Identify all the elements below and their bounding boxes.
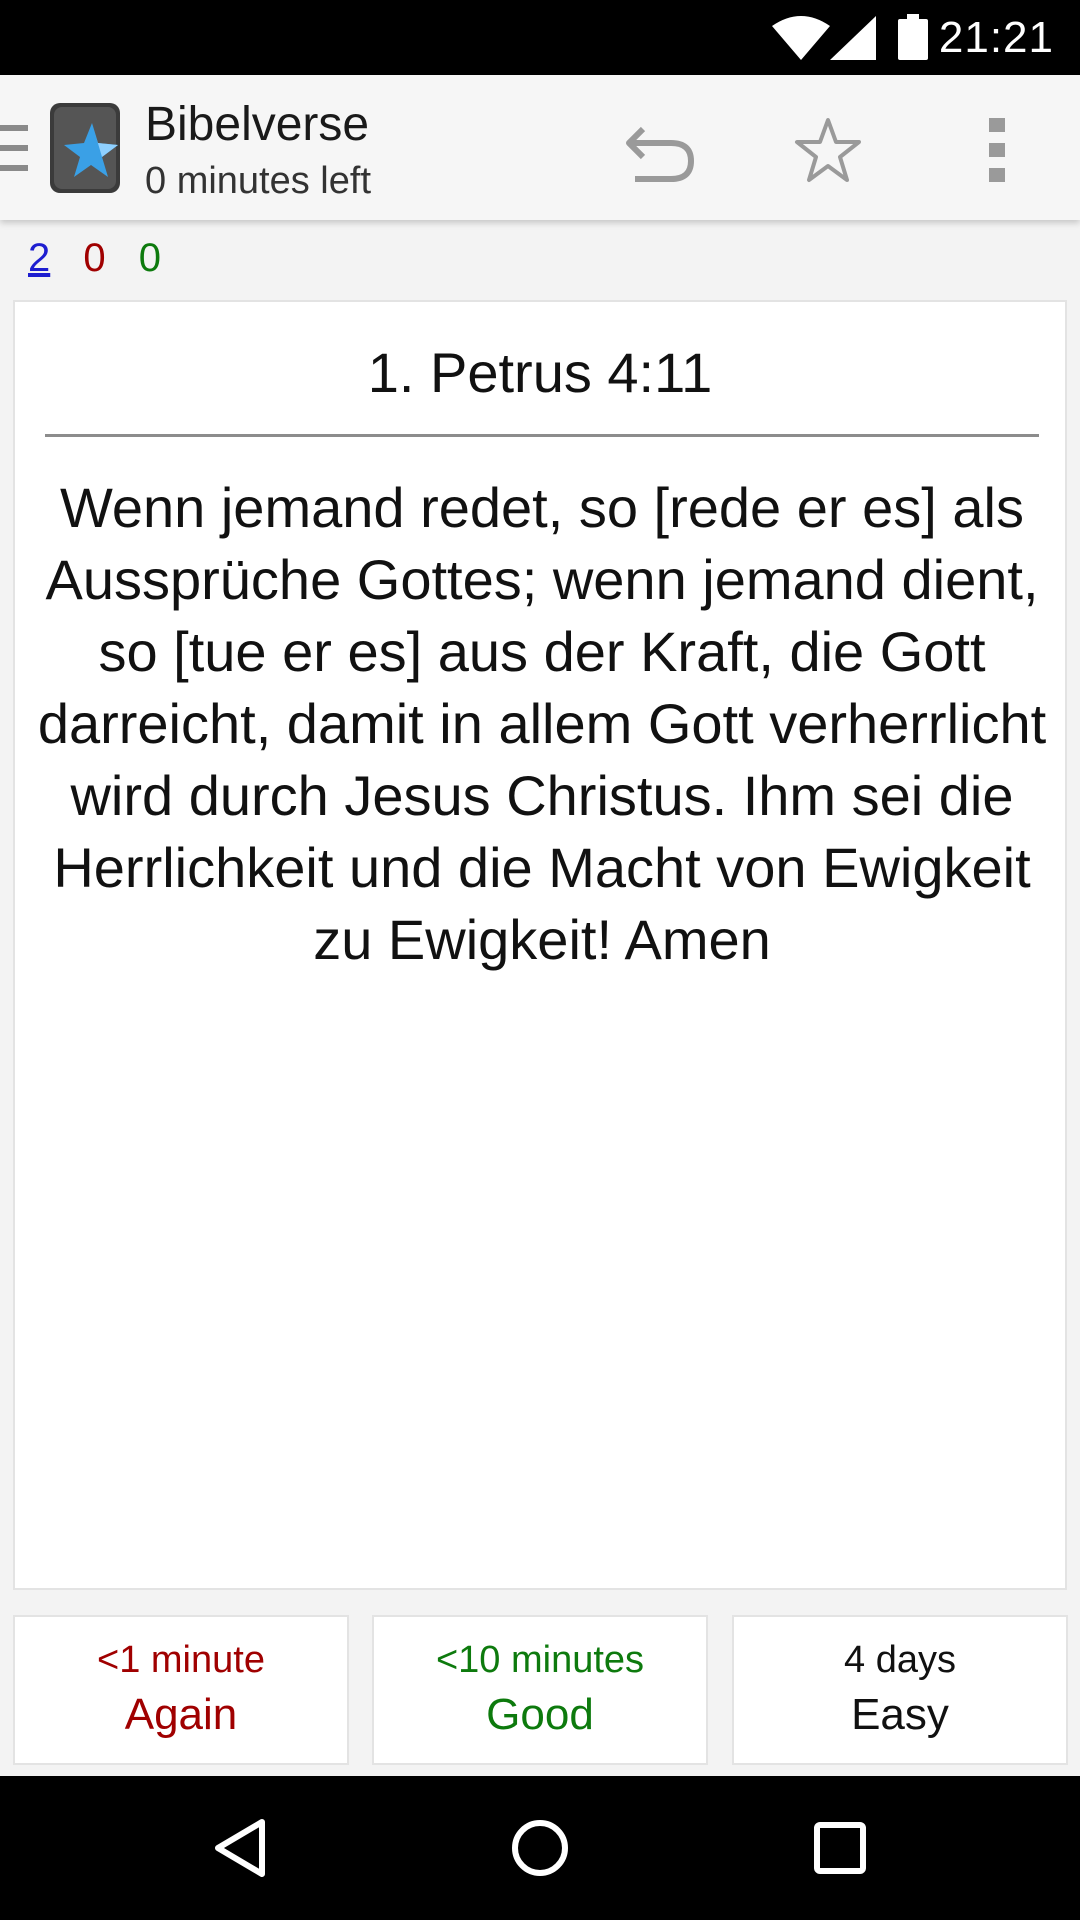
review-count: 0 bbox=[138, 236, 161, 280]
overflow-icon bbox=[989, 118, 1005, 182]
card-front-text: 1. Petrus 4:11 bbox=[367, 341, 713, 404]
good-interval: <10 minutes bbox=[435, 1639, 645, 1681]
status-time: 21:21 bbox=[938, 13, 1054, 62]
card-divider bbox=[45, 434, 1039, 437]
learning-count: 0 bbox=[83, 236, 106, 280]
good-button[interactable]: <10 minutes Good bbox=[372, 1615, 708, 1765]
overflow-menu-button[interactable] bbox=[952, 105, 1042, 195]
again-label: Again bbox=[124, 1690, 238, 1739]
navigation-bar bbox=[0, 1776, 1080, 1920]
card-counts: 2 0 0 bbox=[28, 236, 183, 281]
card-back-text: Wenn jemand redet, so [rede er es] als A… bbox=[37, 476, 1047, 971]
again-interval: <1 minute bbox=[97, 1639, 265, 1681]
app-bar: Bibelverse 0 minutes left bbox=[0, 75, 1080, 220]
nav-recents-button[interactable] bbox=[790, 1798, 890, 1898]
easy-interval: 4 days bbox=[844, 1639, 956, 1681]
nav-home-button[interactable] bbox=[490, 1798, 590, 1898]
easy-label: Easy bbox=[851, 1690, 949, 1739]
good-label: Good bbox=[486, 1690, 594, 1739]
deck-title: Bibelverse bbox=[145, 98, 370, 151]
wifi-icon bbox=[772, 16, 830, 65]
answer-buttons: <1 minute Again <10 minutes Good 4 days … bbox=[0, 1615, 1080, 1765]
mark-star-button[interactable] bbox=[783, 105, 873, 195]
easy-button[interactable]: 4 days Easy bbox=[732, 1615, 1068, 1765]
app-logo-icon[interactable] bbox=[48, 101, 122, 195]
undo-icon bbox=[626, 126, 695, 182]
new-count[interactable]: 2 bbox=[28, 236, 50, 280]
again-button[interactable]: <1 minute Again bbox=[13, 1615, 349, 1765]
signal-icon bbox=[830, 16, 876, 65]
home-icon bbox=[512, 1820, 568, 1876]
time-left-subtitle: 0 minutes left bbox=[145, 160, 371, 202]
status-bar: 21:21 bbox=[0, 0, 1080, 75]
battery-icon bbox=[898, 14, 928, 65]
nav-back-button[interactable] bbox=[190, 1798, 290, 1898]
undo-button[interactable] bbox=[615, 105, 705, 195]
flashcard[interactable]: 1. Petrus 4:11 Wenn jemand redet, so [re… bbox=[13, 300, 1067, 1590]
back-icon bbox=[215, 1819, 265, 1877]
recents-icon bbox=[814, 1822, 866, 1874]
drawer-icon[interactable] bbox=[0, 125, 30, 171]
star-icon bbox=[795, 118, 861, 182]
